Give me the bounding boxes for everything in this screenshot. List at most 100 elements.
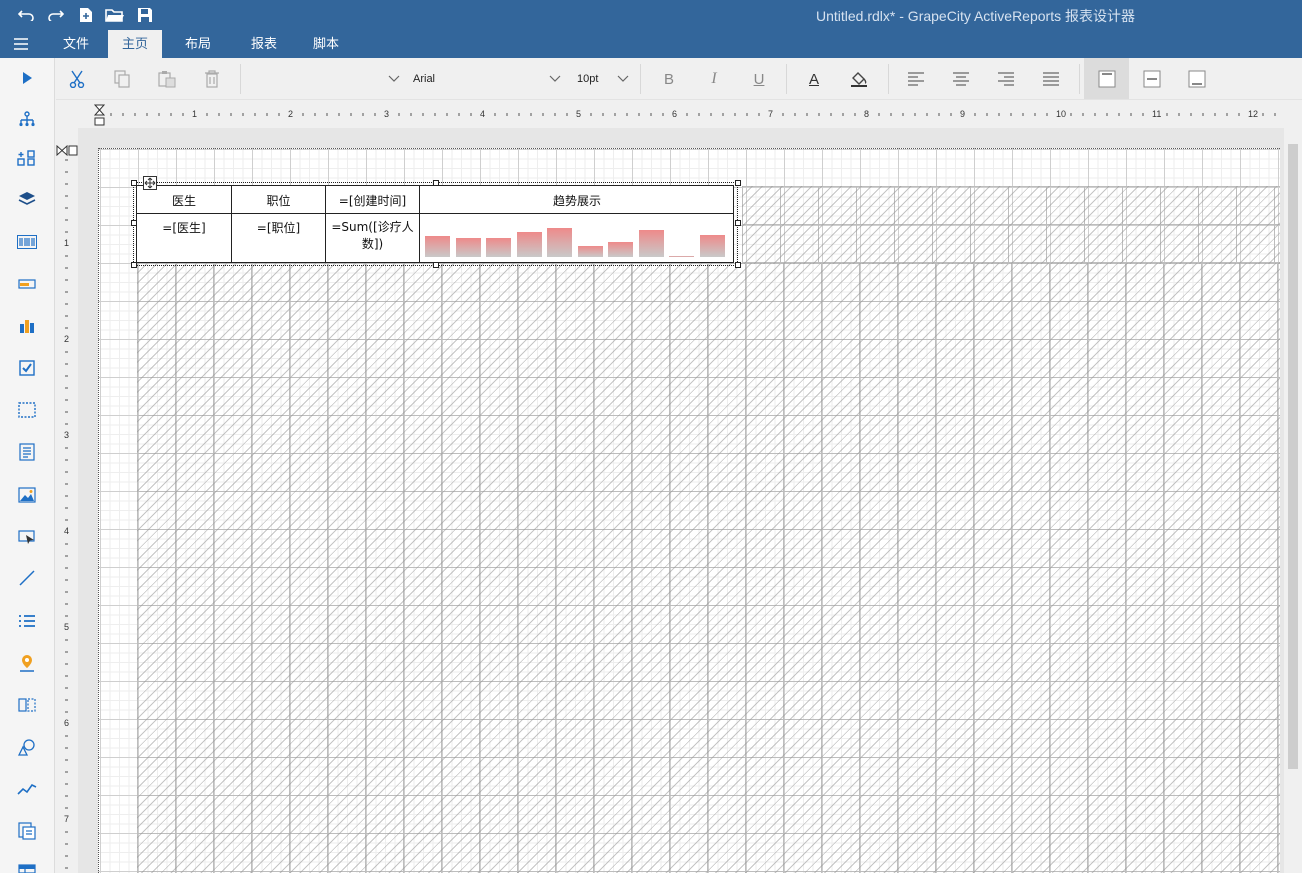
row-divider bbox=[137, 213, 734, 214]
resize-handle[interactable] bbox=[735, 262, 741, 268]
redo-icon[interactable] bbox=[45, 5, 67, 25]
underline-button[interactable]: U bbox=[746, 66, 772, 92]
align-right-icon[interactable] bbox=[993, 66, 1019, 92]
header-cell-doctor[interactable]: 医生 bbox=[137, 192, 231, 209]
fill-color-icon[interactable] bbox=[846, 66, 872, 92]
header-cell-created-time[interactable]: =[创建时间] bbox=[326, 192, 419, 209]
resize-handle[interactable] bbox=[433, 262, 439, 268]
move-handle-icon[interactable] bbox=[143, 176, 157, 190]
detail-cell-doctor[interactable]: =[医生] bbox=[137, 219, 231, 236]
font-size-select[interactable]: 10pt bbox=[577, 73, 598, 85]
container-icon[interactable] bbox=[14, 397, 40, 423]
image-icon[interactable] bbox=[14, 482, 40, 508]
style-dropdown-chevron-icon[interactable] bbox=[381, 66, 407, 92]
font-family-chevron-icon[interactable] bbox=[542, 66, 568, 92]
header-cell-position[interactable]: 职位 bbox=[232, 192, 325, 209]
tab-report[interactable]: 报表 bbox=[240, 30, 288, 58]
ruler-label: 4 bbox=[480, 109, 486, 119]
tab-home[interactable]: 主页 bbox=[108, 30, 162, 58]
align-center-icon[interactable] bbox=[948, 66, 974, 92]
detail-cell-sum-visits[interactable]: =Sum([诊疗人数]) bbox=[328, 219, 417, 253]
cut-icon[interactable] bbox=[64, 66, 90, 92]
vertical-ruler-ticks bbox=[65, 159, 68, 869]
copy-icon[interactable] bbox=[109, 66, 135, 92]
ruler-label: 10 bbox=[1056, 109, 1067, 119]
menu-bar: 文件 主页 布局 报表 脚本 bbox=[0, 30, 1302, 58]
tab-script[interactable]: 脚本 bbox=[302, 30, 350, 58]
toolbar-separator bbox=[888, 64, 889, 94]
ruler-label: 1 bbox=[192, 109, 198, 119]
barcode-icon[interactable] bbox=[14, 229, 40, 255]
pointer-arrow-icon[interactable] bbox=[14, 65, 40, 91]
align-left-icon[interactable] bbox=[903, 66, 929, 92]
resize-handle[interactable] bbox=[735, 180, 741, 186]
unused-area-bottom bbox=[137, 263, 1280, 873]
resize-handle[interactable] bbox=[131, 180, 137, 186]
ruler-label: 3 bbox=[64, 430, 70, 440]
detail-cell-position[interactable]: =[职位] bbox=[232, 219, 325, 236]
font-color-button[interactable]: A bbox=[801, 66, 827, 92]
sparkline-bar bbox=[577, 246, 603, 257]
resize-handle[interactable] bbox=[735, 220, 741, 226]
sparkline-bar bbox=[669, 256, 694, 257]
toolbar-separator bbox=[240, 64, 241, 94]
vertical-align-middle-icon[interactable] bbox=[1139, 66, 1165, 92]
font-size-chevron-icon[interactable] bbox=[610, 66, 636, 92]
resize-handle[interactable] bbox=[433, 180, 439, 186]
resize-handle[interactable] bbox=[131, 220, 137, 226]
sparkline-bar bbox=[516, 232, 542, 257]
ruler-label: 11 bbox=[1152, 109, 1162, 119]
vertical-ruler: 1 2 3 4 5 6 7 bbox=[56, 140, 78, 873]
subreport-icon[interactable] bbox=[14, 818, 40, 844]
group-editor-icon[interactable] bbox=[14, 146, 40, 172]
title-bar: Untitled.rdlx* - GrapeCity ActiveReports… bbox=[0, 0, 1302, 30]
delete-icon[interactable] bbox=[199, 66, 225, 92]
ruler-label: 12 bbox=[1248, 109, 1259, 119]
align-justify-icon[interactable] bbox=[1038, 66, 1064, 92]
ruler-label: 4 bbox=[64, 526, 70, 536]
table-icon[interactable] bbox=[14, 858, 40, 873]
ruler-corner-marker-icon[interactable] bbox=[56, 143, 78, 157]
hamburger-menu-icon[interactable] bbox=[14, 37, 34, 51]
shape-icon[interactable] bbox=[14, 734, 40, 760]
checkbox-icon[interactable] bbox=[14, 355, 40, 381]
new-file-icon[interactable] bbox=[75, 5, 97, 25]
tab-layout[interactable]: 布局 bbox=[174, 30, 222, 58]
sparkline-cell[interactable] bbox=[425, 217, 731, 257]
list-icon[interactable] bbox=[14, 608, 40, 634]
toolbar-separator bbox=[786, 64, 787, 94]
map-icon[interactable] bbox=[14, 650, 40, 676]
line-icon[interactable] bbox=[14, 565, 40, 591]
sparkline-bar bbox=[638, 230, 664, 257]
formatted-text-icon[interactable] bbox=[14, 439, 40, 465]
ruler-label: 3 bbox=[384, 109, 390, 119]
font-family-select[interactable]: Arial bbox=[413, 73, 435, 85]
open-folder-icon[interactable] bbox=[104, 5, 126, 25]
bold-button[interactable]: B bbox=[656, 66, 682, 92]
vertical-scrollbar[interactable] bbox=[1284, 128, 1302, 873]
toolbar-separator bbox=[1079, 64, 1080, 94]
window-title: Untitled.rdlx* - GrapeCity ActiveReports… bbox=[816, 8, 1135, 24]
paste-icon[interactable] bbox=[154, 66, 180, 92]
input-field-icon[interactable] bbox=[14, 524, 40, 550]
sparkline-bar bbox=[699, 235, 725, 257]
table-control[interactable]: 医生 职位 =[创建时间] 趋势展示 =[医生] =[职位] =Sum([诊疗人… bbox=[136, 185, 734, 263]
tab-file[interactable]: 文件 bbox=[52, 30, 100, 58]
bullet-control-icon[interactable] bbox=[14, 271, 40, 297]
overflow-placeholder-icon[interactable] bbox=[14, 692, 40, 718]
italic-button[interactable]: I bbox=[701, 66, 727, 92]
undo-icon[interactable] bbox=[15, 5, 37, 25]
sparkline-icon[interactable] bbox=[14, 776, 40, 802]
vertical-align-bottom-icon[interactable] bbox=[1184, 66, 1210, 92]
ruler-margin-marker-icon[interactable] bbox=[93, 104, 106, 126]
scrollbar-thumb[interactable] bbox=[1288, 144, 1298, 769]
header-cell-trend[interactable]: 趋势展示 bbox=[420, 192, 734, 209]
ruler-label: 8 bbox=[864, 109, 870, 119]
chart-icon[interactable] bbox=[14, 313, 40, 339]
home-toolbar: Arial 10pt B I U A bbox=[56, 58, 1302, 100]
save-icon[interactable] bbox=[134, 5, 156, 25]
layers-icon[interactable] bbox=[14, 186, 40, 212]
report-explorer-icon[interactable] bbox=[14, 106, 40, 132]
vertical-align-top-icon[interactable] bbox=[1094, 66, 1120, 92]
resize-handle[interactable] bbox=[131, 262, 137, 268]
